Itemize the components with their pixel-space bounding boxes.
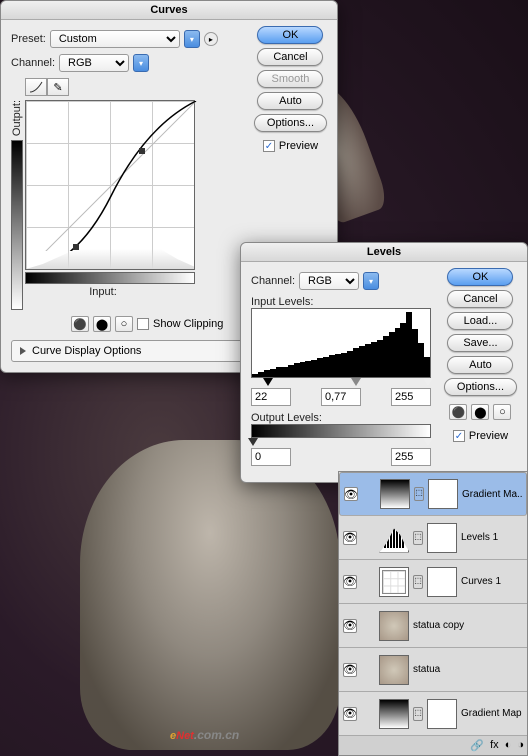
preset-stepper-icon[interactable]: ▾ (184, 30, 200, 48)
smooth-button[interactable]: Smooth (257, 70, 323, 88)
layer-row[interactable]: 👁 statua (339, 648, 527, 692)
layer-thumb-icon[interactable] (379, 523, 409, 553)
layer-thumb-icon[interactable] (379, 567, 409, 597)
link-icon[interactable]: ⬚ (413, 575, 423, 589)
visibility-icon[interactable]: 👁 (343, 707, 357, 721)
levels-titlebar: Levels (241, 243, 527, 262)
levels-save-button[interactable]: Save... (447, 334, 513, 352)
gray-eyedropper-icon[interactable]: ⬤ (93, 316, 111, 332)
fx-icon[interactable]: fx (490, 739, 499, 752)
channel-stepper-icon[interactable]: ▾ (133, 54, 149, 72)
levels-black-eyedropper-icon[interactable]: ⚫ (449, 404, 467, 420)
levels-gray-eyedropper-icon[interactable]: ⬤ (471, 404, 489, 420)
histogram-bars (252, 309, 430, 377)
levels-dialog: Levels Channel: RGB ▾ Input Levels: Outp… (240, 242, 528, 483)
levels-ok-button[interactable]: OK (447, 268, 513, 286)
levels-cancel-button[interactable]: Cancel (447, 290, 513, 308)
input-gradient (25, 272, 195, 284)
preview-checkbox[interactable]: ✓Preview (263, 140, 318, 152)
auto-button[interactable]: Auto (257, 92, 323, 110)
levels-channel-stepper-icon[interactable]: ▾ (363, 272, 379, 290)
layer-row[interactable]: 👁 ⬚ Gradient Map 1 (339, 692, 527, 736)
statue-figure (80, 440, 340, 750)
input-slider[interactable] (251, 378, 431, 388)
link-layers-icon[interactable]: 🔗 (470, 739, 484, 752)
gamma-slider[interactable] (351, 378, 361, 386)
mask-thumb[interactable] (427, 699, 457, 729)
cancel-button[interactable]: Cancel (257, 48, 323, 66)
mask-thumb[interactable] (427, 523, 457, 553)
output-levels-label: Output Levels: (251, 412, 322, 424)
white-eyedropper-icon[interactable]: ○ (115, 316, 133, 332)
pencil-tool-icon[interactable]: ✎ (47, 78, 69, 96)
black-point-slider[interactable] (263, 378, 273, 386)
input-label: Input: (11, 286, 195, 298)
levels-preview-checkbox[interactable]: ✓Preview (453, 430, 508, 442)
mask-thumb[interactable] (427, 567, 457, 597)
layer-row[interactable]: 👁 ⬚ Levels 1 (339, 516, 527, 560)
layer-row[interactable]: 👁 statua copy (339, 604, 527, 648)
out-white-input[interactable] (391, 448, 431, 466)
levels-options-button[interactable]: Options... (444, 378, 517, 396)
watermark: eNet.com.cn (170, 716, 239, 746)
layer-row[interactable]: 👁 ⬚ Curves 1 (339, 560, 527, 604)
channel-label: Channel: (11, 57, 55, 69)
black-input[interactable] (251, 388, 291, 406)
white-input[interactable] (391, 388, 431, 406)
levels-histogram[interactable] (251, 308, 431, 378)
out-white-slider[interactable] (423, 438, 433, 446)
white-point-slider[interactable] (423, 378, 433, 386)
ok-button[interactable]: OK (257, 26, 323, 44)
curve-tool-icon[interactable] (25, 78, 47, 96)
output-slider[interactable] (251, 438, 431, 448)
adjustment-icon[interactable]: ◑ (517, 739, 524, 752)
out-black-input[interactable] (251, 448, 291, 466)
levels-channel-label: Channel: (251, 275, 295, 287)
layer-thumb-icon[interactable] (379, 611, 409, 641)
curve-graph[interactable] (25, 100, 195, 270)
layer-thumb-icon[interactable] (379, 655, 409, 685)
levels-channel-select[interactable]: RGB (299, 272, 359, 290)
layer-row[interactable]: 👁 ⬚ Gradient Ma... (339, 472, 527, 516)
disclosure-triangle-icon (20, 347, 26, 355)
black-eyedropper-icon[interactable]: ⚫ (71, 316, 89, 332)
layer-thumb-icon[interactable] (380, 479, 410, 509)
curves-titlebar: Curves (1, 1, 337, 20)
layers-footer: 🔗 fx ◐ ◑ (339, 736, 527, 755)
visibility-icon[interactable]: 👁 (343, 531, 357, 545)
layer-thumb-icon[interactable] (379, 699, 409, 729)
link-icon[interactable]: ⬚ (413, 531, 423, 545)
link-icon[interactable]: ⬚ (413, 707, 423, 721)
layers-panel: 👁 ⬚ Gradient Ma... 👁 ⬚ Levels 1 👁 ⬚ Curv… (338, 471, 528, 756)
output-label: Output: (11, 100, 23, 136)
channel-select[interactable]: RGB (59, 54, 129, 72)
preset-label: Preset: (11, 33, 46, 45)
levels-load-button[interactable]: Load... (447, 312, 513, 330)
gamma-input[interactable] (321, 388, 361, 406)
output-gradient-bar[interactable] (251, 424, 431, 438)
visibility-icon[interactable]: 👁 (343, 619, 357, 633)
visibility-icon[interactable]: 👁 (343, 663, 357, 677)
mask-thumb[interactable] (428, 479, 458, 509)
preset-select[interactable]: Custom (50, 30, 180, 48)
input-levels-label: Input Levels: (251, 296, 313, 308)
mask-icon[interactable]: ◐ (505, 739, 512, 752)
visibility-icon[interactable]: 👁 (343, 575, 357, 589)
levels-auto-button[interactable]: Auto (447, 356, 513, 374)
options-button[interactable]: Options... (254, 114, 327, 132)
levels-white-eyedropper-icon[interactable]: ○ (493, 404, 511, 420)
preset-menu-icon[interactable]: ▸ (204, 32, 218, 46)
link-icon[interactable]: ⬚ (414, 487, 424, 501)
visibility-icon[interactable]: 👁 (344, 487, 358, 501)
show-clipping-checkbox[interactable]: Show Clipping (137, 318, 223, 330)
out-black-slider[interactable] (248, 438, 258, 446)
